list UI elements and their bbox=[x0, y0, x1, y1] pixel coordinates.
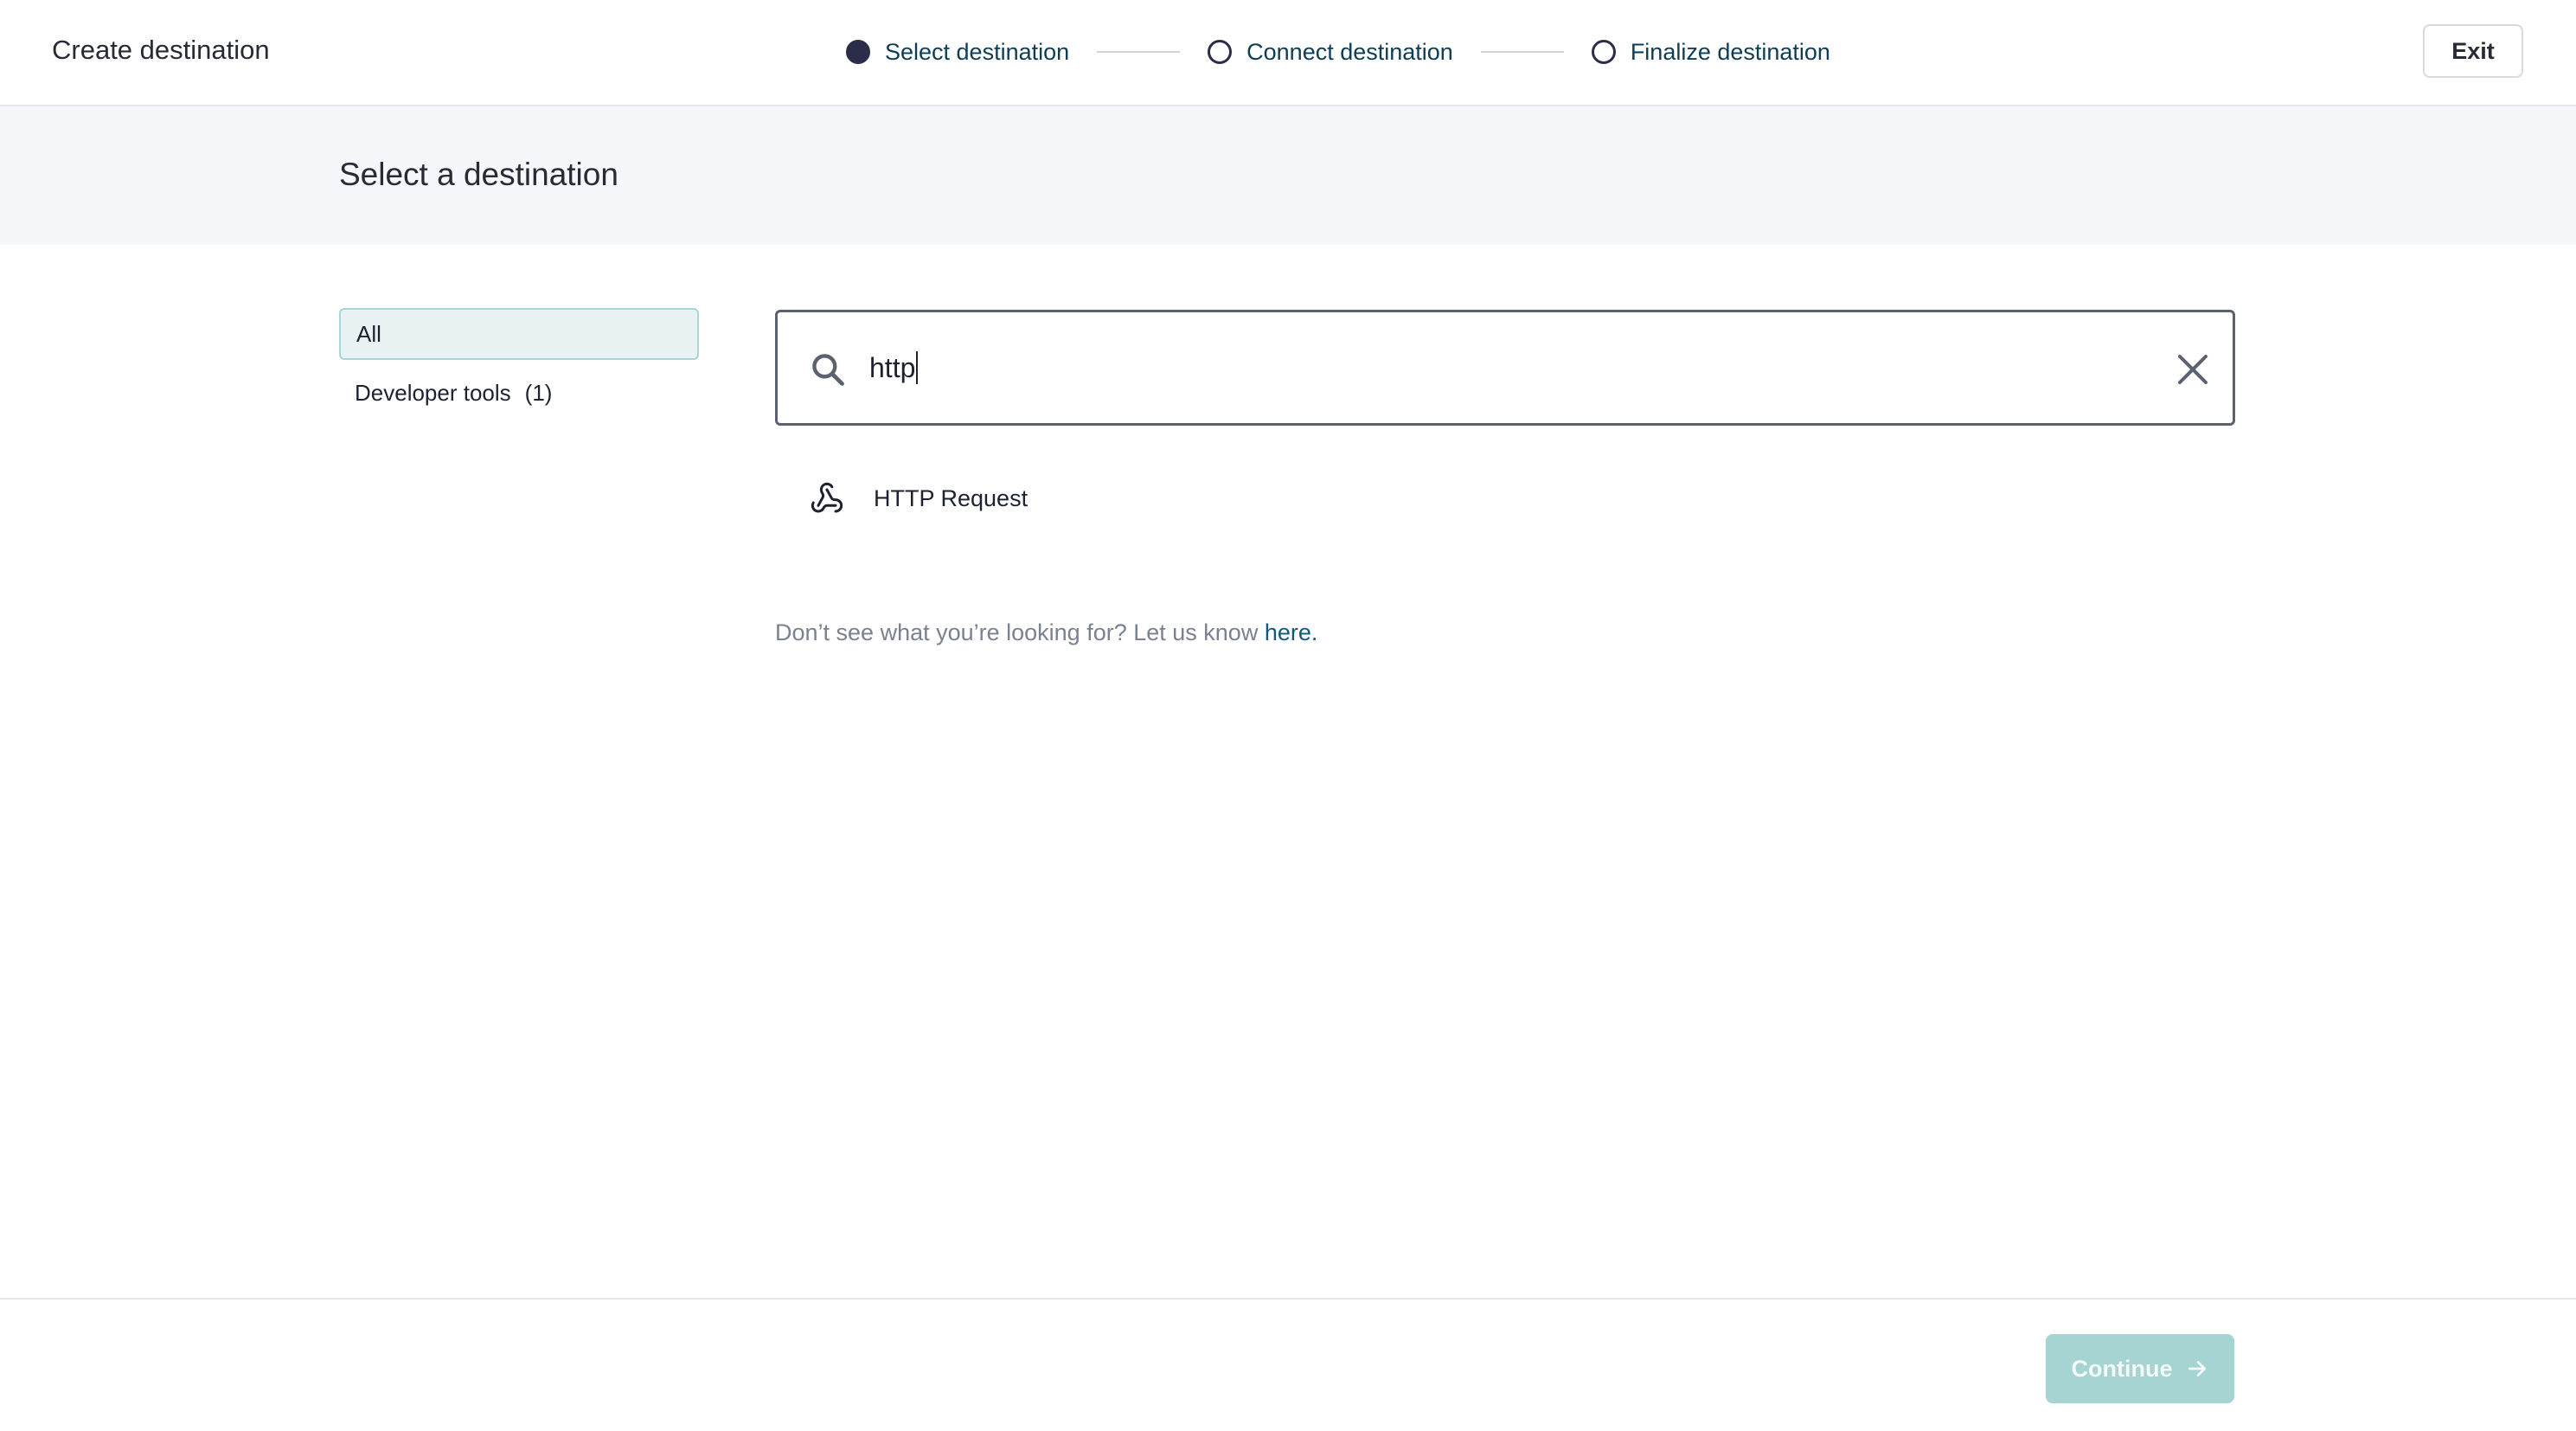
page-title: Create destination bbox=[52, 35, 270, 65]
step-label: Select destination bbox=[885, 38, 1070, 65]
footer-bar: Continue bbox=[0, 1298, 2576, 1431]
text-caret bbox=[916, 351, 919, 384]
result-item-http-request[interactable]: HTTP Request bbox=[810, 478, 1028, 519]
category-label: All bbox=[356, 320, 381, 347]
continue-button[interactable]: Continue bbox=[2046, 1334, 2234, 1403]
step-connect-destination: Connect destination bbox=[1208, 39, 1453, 66]
exit-button[interactable]: Exit bbox=[2423, 24, 2523, 78]
step-connector bbox=[1480, 51, 1564, 53]
search-input-value: http bbox=[869, 351, 916, 383]
step-pending-dot-icon bbox=[1591, 40, 1616, 64]
section-banner: Select a destination bbox=[0, 106, 2576, 245]
category-item-developer-tools[interactable]: Developer tools (1) bbox=[339, 374, 699, 412]
category-item-all[interactable]: All bbox=[339, 308, 699, 360]
search-icon bbox=[812, 354, 844, 386]
step-connector bbox=[1097, 51, 1181, 53]
step-finalize-destination: Finalize destination bbox=[1591, 38, 1830, 66]
hint-text: Don’t see what you’re looking for? Let u… bbox=[775, 619, 1265, 645]
section-heading: Select a destination bbox=[339, 157, 618, 192]
close-icon[interactable] bbox=[2176, 352, 2210, 387]
search-box[interactable]: http bbox=[775, 310, 2235, 426]
step-pending-dot-icon bbox=[1208, 40, 1233, 64]
top-bar: Create destination Select destination Co… bbox=[0, 0, 2576, 106]
search-input[interactable]: http bbox=[869, 349, 919, 387]
category-count: (1) bbox=[524, 379, 553, 406]
step-select-destination: Select destination bbox=[846, 39, 1069, 66]
step-label: Connect destination bbox=[1246, 38, 1453, 65]
progress-stepper: Select destination Connect destination F… bbox=[846, 35, 1830, 69]
arrow-right-icon bbox=[2188, 1361, 2207, 1376]
result-label: HTTP Request bbox=[874, 484, 1028, 511]
webhook-icon bbox=[811, 482, 843, 513]
category-label: Developer tools bbox=[355, 379, 511, 406]
step-active-dot-icon bbox=[846, 40, 870, 64]
step-label: Finalize destination bbox=[1630, 38, 1830, 65]
continue-label: Continue bbox=[2071, 1355, 2173, 1382]
help-hint: Don’t see what you’re looking for? Let u… bbox=[775, 619, 1317, 646]
feedback-link[interactable]: here. bbox=[1265, 619, 1318, 645]
